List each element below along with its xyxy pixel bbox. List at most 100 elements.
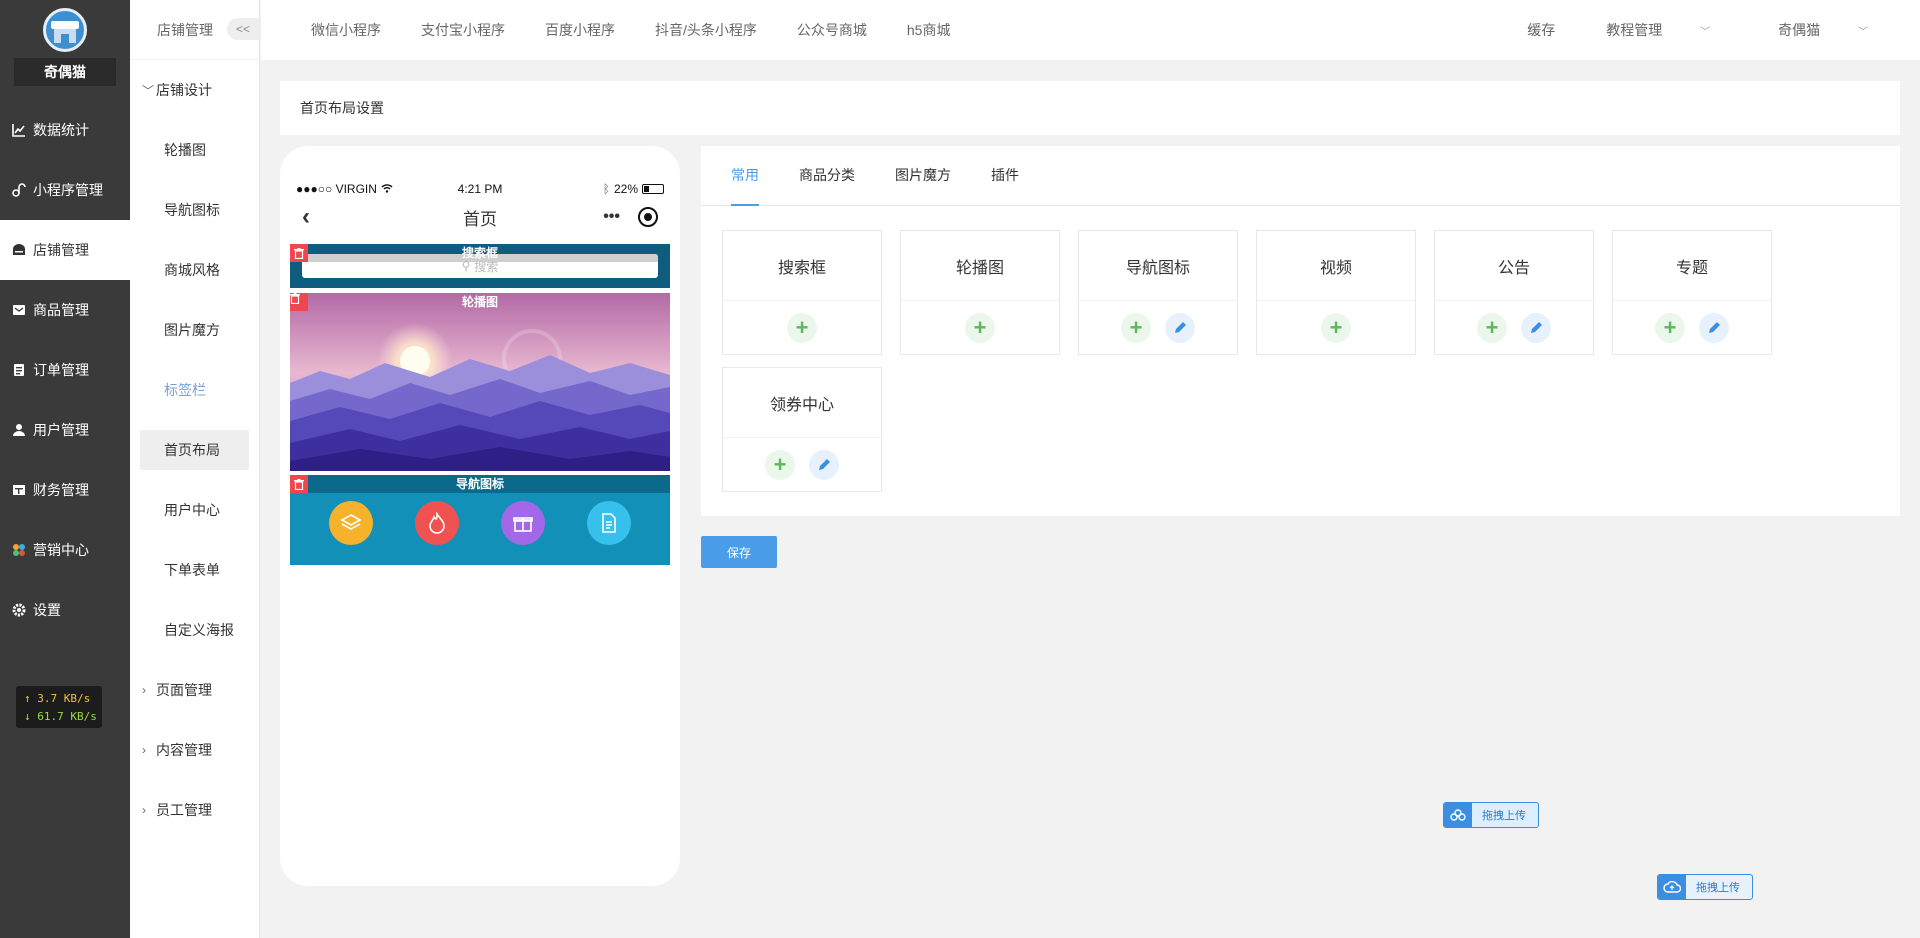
edit-pencil-icon[interactable] <box>1165 313 1195 343</box>
block-label: 搜索框 <box>461 246 498 260</box>
component-panel: 常用 商品分类 图片魔方 插件 搜索框 + 轮播图 + 导航图标 + 视频 + … <box>701 146 1900 516</box>
phone-page-title: 首页 <box>463 209 497 229</box>
submenu-group-page-management[interactable]: › 页面管理 <box>130 660 259 720</box>
add-icon[interactable]: + <box>965 313 995 343</box>
user-menu-label: 奇偶猫 <box>1778 22 1821 38</box>
component-name: 公告 <box>1435 231 1593 301</box>
component-name: 领券中心 <box>723 368 881 438</box>
component-actions: + <box>1435 301 1593 355</box>
edit-pencil-icon[interactable] <box>1699 313 1729 343</box>
tab-image-cube[interactable]: 图片魔方 <box>895 145 951 205</box>
top-tab-baidu-miniapp[interactable]: 百度小程序 <box>525 20 635 40</box>
top-tab-douyin-miniapp[interactable]: 抖音/头条小程序 <box>635 20 777 40</box>
sidebar-item-goods[interactable]: 商品管理 <box>0 280 130 340</box>
add-icon[interactable]: + <box>1655 313 1685 343</box>
component-card-grid: 搜索框 + 轮播图 + 导航图标 + 视频 + 公告 + 专题 + 领券中心 + <box>722 230 1842 492</box>
preview-block-nav-icons[interactable]: 导航图标 <box>290 475 670 565</box>
submenu-item-image-cube[interactable]: 图片魔方 <box>130 300 259 360</box>
brand-name: 奇偶猫 <box>14 58 116 86</box>
sidebar-item-miniapp[interactable]: 小程序管理 <box>0 160 130 220</box>
cloud-drag-upload[interactable]: 拖拽上传 <box>1657 874 1753 900</box>
submenu-item-nav-icons[interactable]: 导航图标 <box>130 180 259 240</box>
submenu-item-order-form[interactable]: 下单表单 <box>130 540 259 600</box>
component-actions: + <box>1257 301 1415 355</box>
sidebar-item-store[interactable]: 店铺管理 <box>0 220 130 280</box>
sidebar-item-data-stats[interactable]: 数据统计 <box>0 100 130 160</box>
add-icon[interactable]: + <box>1321 313 1351 343</box>
chevron-down-icon: ﹀ <box>1858 27 1868 38</box>
brand: 奇偶猫 <box>0 0 130 100</box>
submenu-item-user-center[interactable]: 用户中心 <box>130 480 259 540</box>
finance-icon <box>12 483 26 497</box>
chevron-down-icon: ﹀ <box>1700 27 1711 38</box>
add-icon[interactable]: + <box>787 313 817 343</box>
miniapp-icon <box>12 183 26 197</box>
component-actions: + <box>723 301 881 355</box>
tab-product-category[interactable]: 商品分类 <box>799 145 855 205</box>
phone-preview: ●●●○○ VIRGIN 4:21 PM ᛒ 22% ‹ 首页 ••• 搜索框 … <box>280 146 680 886</box>
tab-common[interactable]: 常用 <box>731 145 759 206</box>
component-card-notice: 公告 + <box>1434 230 1594 355</box>
clock-label: 4:21 PM <box>457 182 503 196</box>
submenu-group-store-design[interactable]: ﹀ 店铺设计 <box>130 60 259 120</box>
edit-pencil-icon[interactable] <box>1521 313 1551 343</box>
save-button[interactable]: 保存 <box>701 536 777 568</box>
chart-icon <box>12 123 26 137</box>
component-actions: + <box>901 301 1059 355</box>
network-speed-widget: ↑ 3.7 KB/s ↓ 61.7 KB/s <box>16 686 102 728</box>
sidebar-item-finance[interactable]: 财务管理 <box>0 460 130 520</box>
submenu-item-tabbar[interactable]: 标签栏 <box>130 360 259 420</box>
submenu-item-mall-style[interactable]: 商城风格 <box>130 240 259 300</box>
add-icon[interactable]: + <box>1121 313 1151 343</box>
edit-pencil-icon[interactable] <box>809 450 839 480</box>
gear-icon <box>12 603 26 617</box>
baidu-drag-upload[interactable]: 拖拽上传 <box>1443 802 1539 828</box>
submenu-item-custom-poster[interactable]: 自定义海报 <box>130 600 259 660</box>
top-tab-wechat-miniapp[interactable]: 微信小程序 <box>261 20 401 40</box>
preview-block-banner[interactable]: 轮播图 <box>290 293 670 471</box>
order-icon <box>12 363 26 377</box>
top-tab-h5-mall[interactable]: h5商城 <box>887 20 971 40</box>
sidebar-item-users[interactable]: 用户管理 <box>0 400 130 460</box>
sidebar-item-marketing[interactable]: 营销中心 <box>0 520 130 580</box>
component-card-search: 搜索框 + <box>722 230 882 355</box>
main-sidebar: 奇偶猫 数据统计 小程序管理 店铺管理 商品管理 订单管理 用户管理 财务管理 … <box>0 0 130 938</box>
submenu-group-content-management[interactable]: › 内容管理 <box>130 720 259 780</box>
top-tab-official-account[interactable]: 公众号商城 <box>777 20 887 40</box>
sidebar-item-label: 店铺管理 <box>33 242 89 258</box>
phone-status-bar: ●●●○○ VIRGIN 4:21 PM ᛒ 22% <box>296 182 664 196</box>
submenu-title-text: 店铺管理 <box>157 21 213 38</box>
block-label: 轮播图 <box>461 295 498 309</box>
component-name: 视频 <box>1257 231 1415 301</box>
add-icon[interactable]: + <box>1477 313 1507 343</box>
marketing-icon <box>12 543 26 557</box>
tab-plugins[interactable]: 插件 <box>991 145 1019 205</box>
preview-block-search[interactable]: 搜索框 ⚲ 搜索 <box>290 244 670 288</box>
component-name: 搜索框 <box>723 231 881 301</box>
component-card-nav-icons: 导航图标 + <box>1078 230 1238 355</box>
submenu-item-banner[interactable]: 轮播图 <box>130 120 259 180</box>
cache-button[interactable]: 缓存 <box>1510 20 1572 40</box>
tutorial-menu[interactable]: 教程管理 ﹀ <box>1572 20 1744 40</box>
sidebar-item-label: 用户管理 <box>33 422 89 438</box>
top-bar-actions: 缓存 教程管理 ﹀ 奇偶猫 ﹀ <box>1510 20 1920 40</box>
add-icon[interactable]: + <box>765 450 795 480</box>
user-menu[interactable]: 奇偶猫 ﹀ <box>1744 20 1902 40</box>
submenu-item-home-layout[interactable]: 首页布局 <box>140 430 249 470</box>
search-icon: ⚲ <box>461 259 471 273</box>
sidebar-item-settings[interactable]: 设置 <box>0 580 130 640</box>
submenu-group-label: 页面管理 <box>156 682 212 698</box>
submenu-group-staff-management[interactable]: › 员工管理 <box>130 780 259 840</box>
sidebar-item-orders[interactable]: 订单管理 <box>0 340 130 400</box>
gift-icon <box>501 501 545 545</box>
upload-speed: ↑ 3.7 KB/s <box>24 692 91 705</box>
collapse-menu-button[interactable]: << <box>227 18 259 40</box>
banner-mountain-image <box>290 293 670 471</box>
component-name: 专题 <box>1613 231 1771 301</box>
submenu-title: 店铺管理 << <box>130 0 259 60</box>
chevron-right-icon: › <box>142 683 146 697</box>
component-card-topic: 专题 + <box>1612 230 1772 355</box>
page-title: 首页布局设置 <box>280 81 1900 135</box>
top-tab-alipay-miniapp[interactable]: 支付宝小程序 <box>401 20 525 40</box>
sidebar-item-label: 财务管理 <box>33 482 89 498</box>
